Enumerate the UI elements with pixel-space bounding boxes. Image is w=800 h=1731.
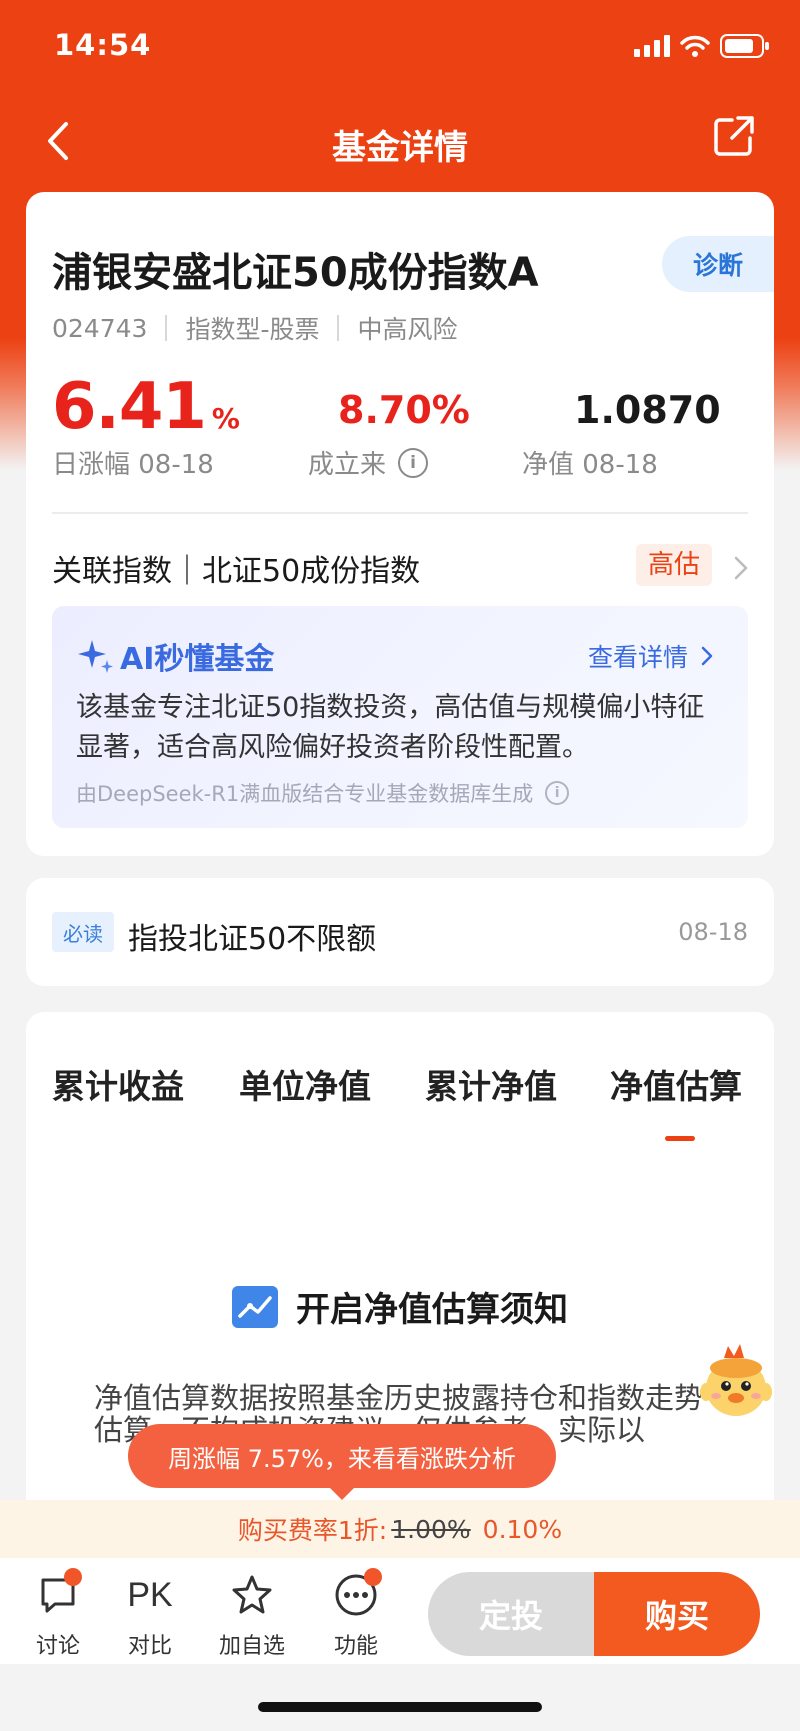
buy-button[interactable]: 购买 (594, 1572, 760, 1656)
compare-label: 对比 (127, 1634, 172, 1659)
valuation-tag: 高估 (635, 544, 712, 586)
fund-risk: 中高风险 (357, 315, 458, 344)
ai-source: 由DeepSeek-R1满血版结合专业基金数据库生成 i (76, 778, 570, 808)
bottom-action-bar: 讨论 PK 对比 加自选 功能 定投 购买 (0, 1558, 800, 1664)
star-icon (232, 1575, 272, 1614)
discuss-label: 讨论 (35, 1634, 80, 1659)
ai-description: 该基金专注北证50指数投资，高估值与规模偏小特征显著，适合高风险偏好投资者阶段性… (76, 692, 705, 763)
daily-change-label: 日涨幅 08-18 (52, 450, 214, 480)
status-icons (634, 34, 770, 58)
status-time: 14:54 (54, 28, 152, 62)
status-bar: 14:54 (0, 0, 800, 96)
daily-change: 6.41% (52, 370, 240, 444)
ai-view-details-label: 查看详情 (587, 643, 688, 672)
ai-summary-box: AI秒懂基金 查看详情 该基金专注北证50指数投资，高估值与规模偏小特征显著，适… (52, 606, 748, 828)
tooltip-arrow (328, 1486, 356, 1500)
active-tab-indicator (665, 1136, 695, 1141)
share-icon[interactable] (706, 108, 762, 164)
chevron-right-icon (734, 556, 748, 580)
notification-dot (364, 1568, 382, 1586)
home-indicator (258, 1702, 542, 1712)
nav-label: 净值 08-18 (522, 450, 658, 480)
ai-title: AI秒懂基金 (76, 634, 274, 678)
fund-type: 指数型-股票 (185, 315, 320, 344)
sparkle-icon (78, 640, 113, 673)
sip-button[interactable]: 定投 (428, 1572, 594, 1656)
weekly-change-tooltip[interactable]: 周涨幅 7.57%，来看看涨跌分析 (128, 1424, 556, 1488)
tab-unit-nav[interactable]: 单位净值 (239, 1060, 371, 1108)
ai-source-text: 由DeepSeek-R1满血版结合专业基金数据库生成 (76, 782, 534, 806)
functions-label: 功能 (333, 1634, 378, 1659)
diagnose-button[interactable]: 诊断 (662, 236, 774, 292)
chart-tabs: 累计收益 单位净值 累计净值 净值估算 (26, 1048, 774, 1141)
discuss-icon-wrap (18, 1568, 98, 1622)
mascot-icon[interactable] (694, 1340, 778, 1424)
meta-divider (165, 315, 168, 341)
estimate-notice-title: 开启净值估算须知 (26, 1282, 774, 1331)
fund-meta: 024743 指数型-股票 中高风险 (52, 310, 457, 346)
wifi-icon (680, 35, 710, 57)
functions-icon-wrap (316, 1568, 396, 1622)
tab-cumulative-return[interactable]: 累计收益 (52, 1060, 184, 1108)
add-watchlist-button[interactable]: 加自选 (212, 1568, 292, 1660)
chart-card: 累计收益 单位净值 累计净值 净值估算 开启净值估算须知 净值估算数据按照基金历… (26, 1012, 774, 1572)
page-title: 基金详情 (332, 128, 468, 168)
related-index-text: 关联指数｜北证50成份指数 (52, 554, 421, 589)
fund-summary-card: 浦银安盛北证50成份指数A 诊断 024743 指数型-股票 中高风险 6.41… (26, 192, 774, 856)
nav-value: 1.0870 (574, 388, 721, 432)
since-inception-label-group[interactable]: 成立来 i (308, 444, 429, 481)
tab-cumulative-nav[interactable]: 累计净值 (425, 1060, 557, 1108)
tab-nav-estimate[interactable]: 净值估算 (610, 1060, 742, 1108)
estimate-title-text: 开启净值估算须知 (296, 1290, 568, 1330)
since-inception-label: 成立来 (308, 450, 387, 480)
related-index-row[interactable]: 关联指数｜北证50成份指数 高估 (52, 532, 748, 602)
cellular-signal-icon (634, 35, 670, 57)
must-read-badge: 必读 (52, 912, 114, 952)
watchlist-icon-wrap (212, 1568, 292, 1622)
navigation-bar: 基金详情 (0, 96, 800, 192)
purchase-fee-bar: 购买费率1折: 1.00% 0.10% (0, 1500, 800, 1558)
trend-chart-icon (232, 1285, 278, 1328)
pk-icon: PK (127, 1575, 173, 1614)
info-icon[interactable]: i (545, 781, 570, 805)
info-icon[interactable]: i (398, 447, 429, 478)
compare-icon-wrap: PK (110, 1568, 190, 1622)
functions-button[interactable]: 功能 (316, 1568, 396, 1660)
fee-discount: 0.10% (482, 1514, 563, 1544)
watchlist-label: 加自选 (218, 1634, 285, 1659)
battery-icon (720, 34, 769, 58)
daily-change-unit: % (211, 402, 240, 435)
fee-original: 1.00% (391, 1514, 471, 1544)
since-inception-value: 8.70% (338, 388, 470, 432)
discuss-button[interactable]: 讨论 (18, 1568, 98, 1660)
compare-button[interactable]: PK 对比 (110, 1568, 190, 1660)
notification-dot (64, 1568, 82, 1586)
fee-label: 购买费率1折: (237, 1516, 388, 1545)
chevron-right-icon (701, 646, 713, 666)
notice-date: 08-18 (678, 918, 748, 946)
notice-text: 指投北证50不限额 (128, 922, 377, 957)
ai-view-details-link[interactable]: 查看详情 (588, 638, 718, 674)
meta-divider (337, 315, 340, 341)
divider (52, 512, 748, 514)
fund-code: 024743 (52, 313, 148, 343)
fund-name: 浦银安盛北证50成份指数A (52, 250, 539, 296)
notice-card[interactable]: 必读 指投北证50不限额 08-18 (26, 878, 774, 986)
ai-title-text: AI秒懂基金 (120, 642, 275, 677)
daily-change-value: 6.41 (52, 370, 207, 444)
